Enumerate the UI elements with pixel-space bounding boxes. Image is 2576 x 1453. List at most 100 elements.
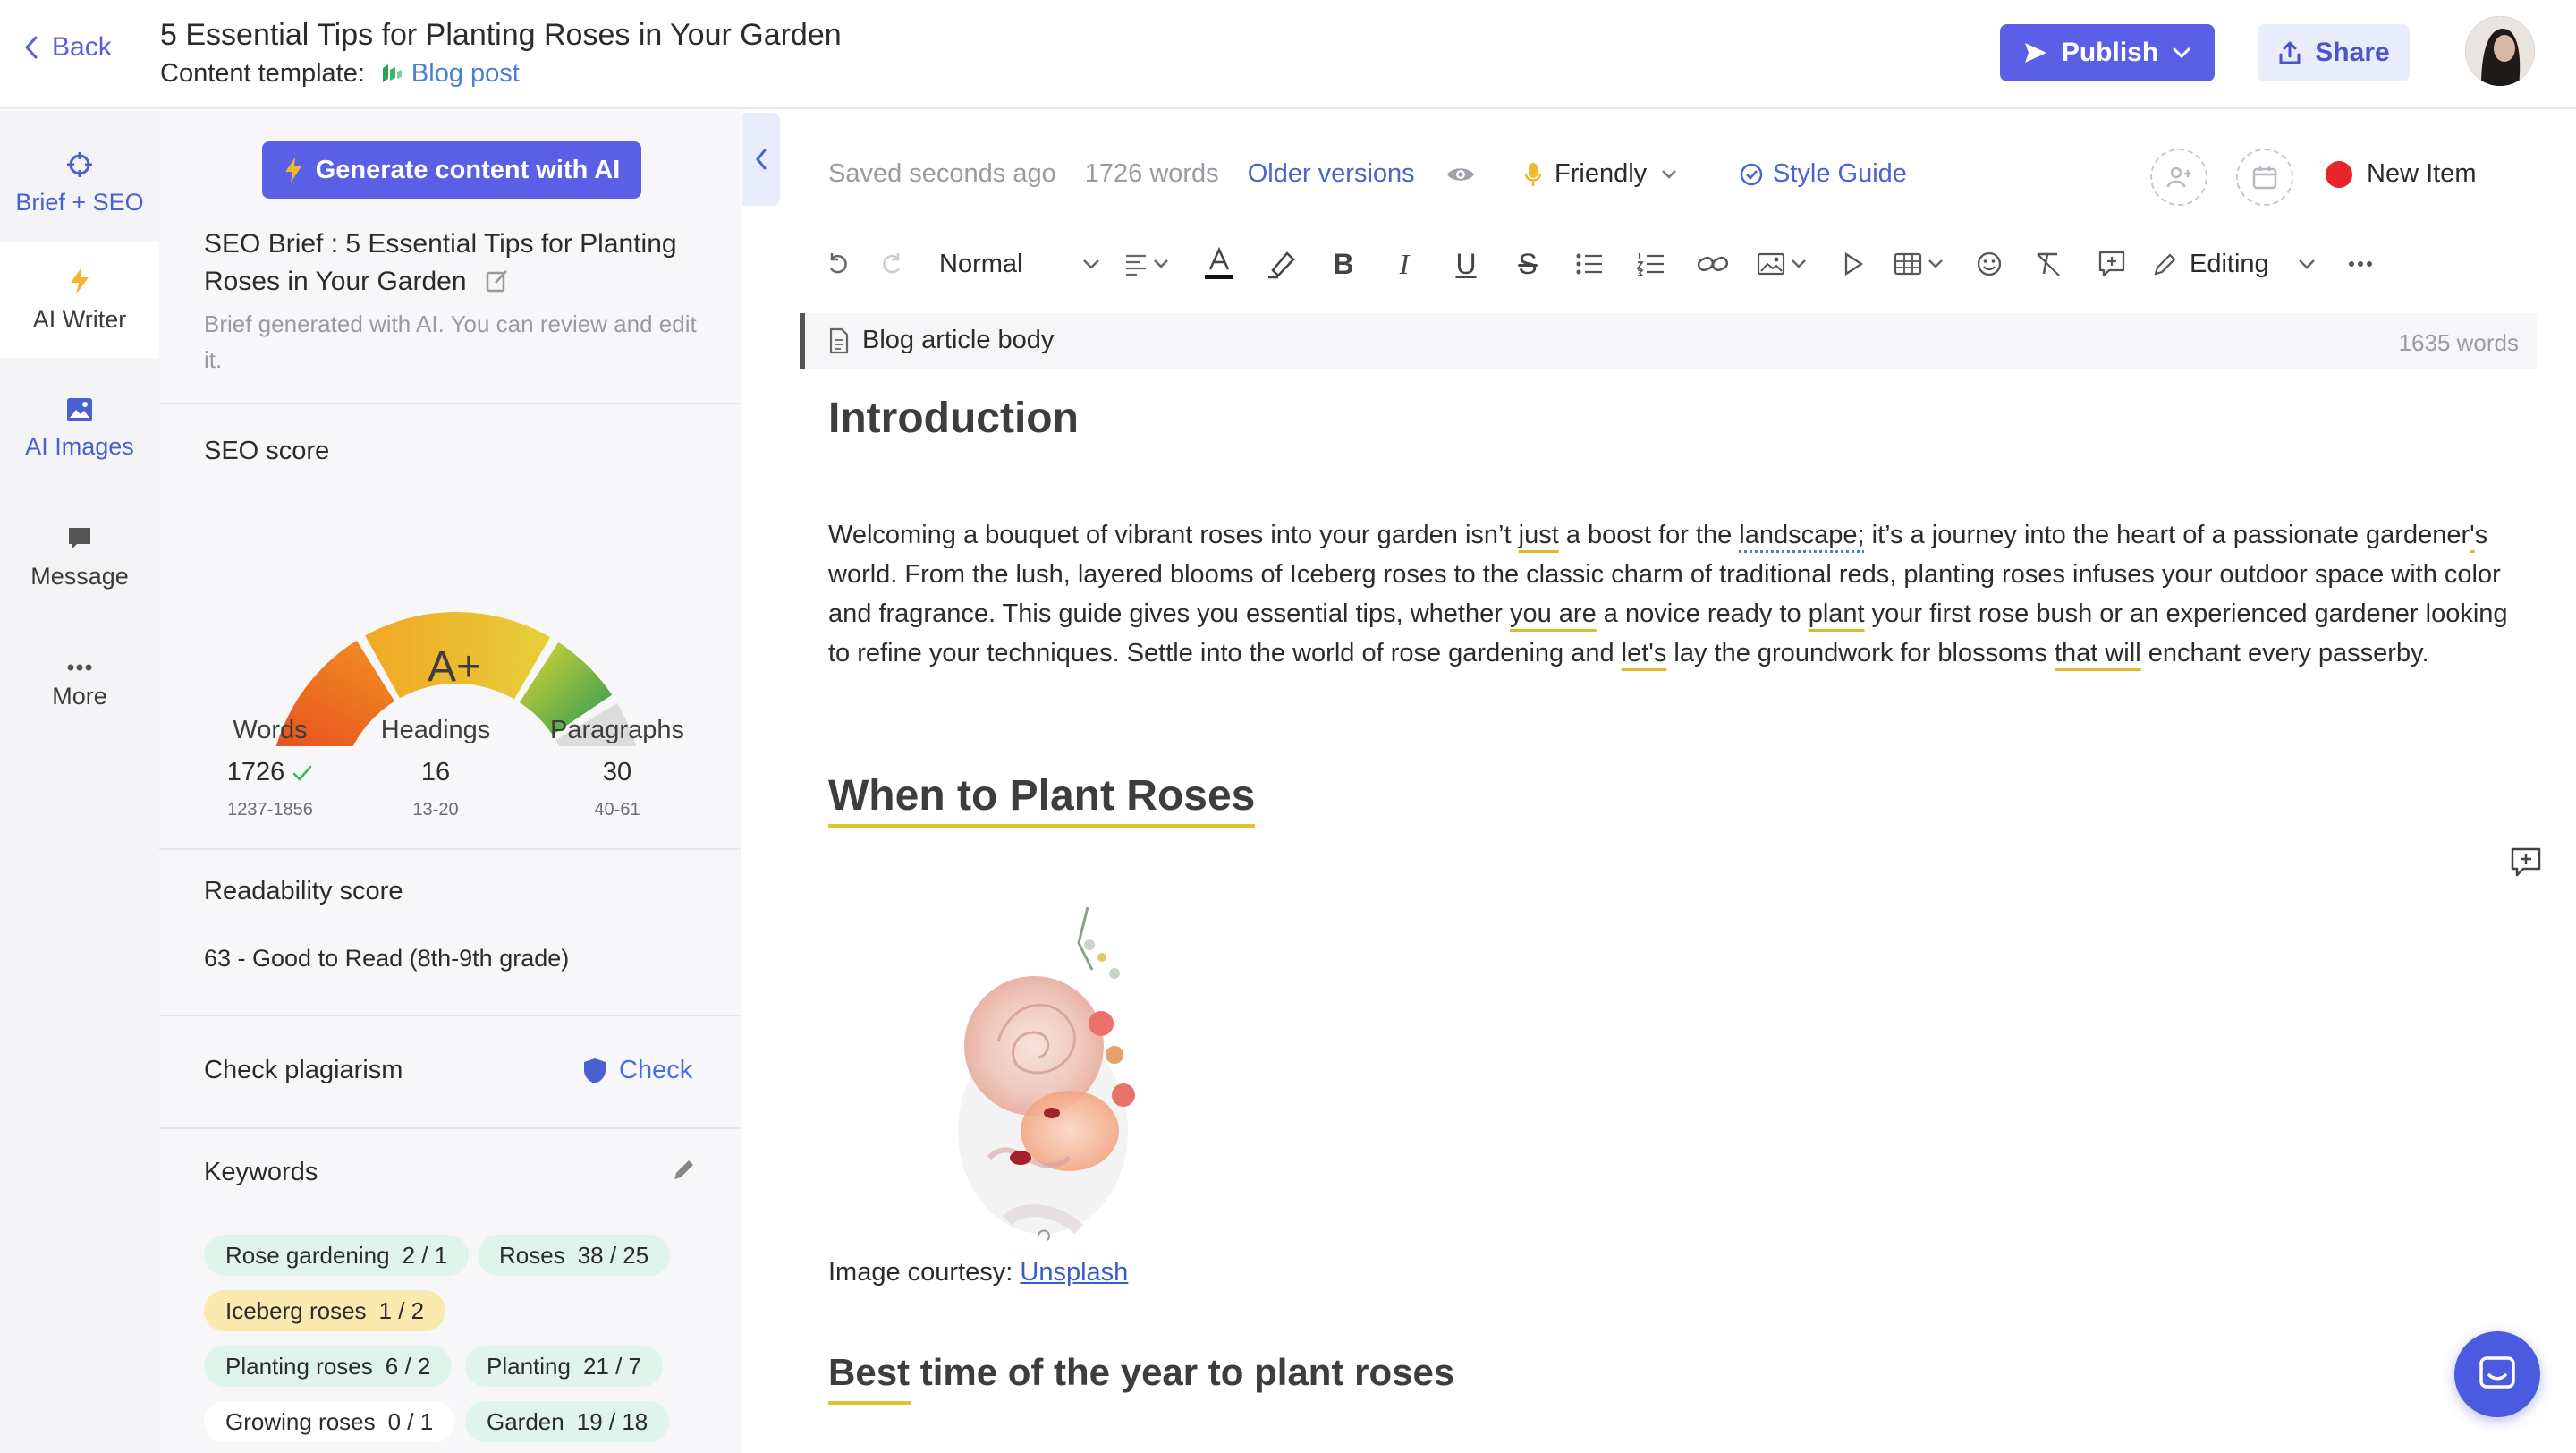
suggestion-underline[interactable]: you are bbox=[1510, 599, 1597, 628]
seo-gauge bbox=[275, 612, 637, 746]
link-button[interactable] bbox=[1682, 236, 1744, 292]
paragraph-style-select[interactable]: Normal bbox=[923, 236, 1111, 292]
rail-item-more[interactable]: More bbox=[0, 628, 159, 744]
template-link[interactable]: Blog post bbox=[377, 59, 520, 89]
divider bbox=[159, 848, 741, 850]
stat-label: Words bbox=[233, 716, 308, 744]
add-comment-button[interactable] bbox=[2080, 236, 2143, 292]
style-guide-button[interactable]: Style Guide bbox=[1739, 159, 1907, 189]
divider bbox=[159, 1127, 741, 1129]
keyword-count: 21 / 7 bbox=[582, 1352, 642, 1380]
mode-dropdown[interactable] bbox=[2279, 236, 2334, 292]
send-icon bbox=[2024, 43, 2046, 63]
divider bbox=[159, 1015, 741, 1016]
heading-best-time[interactable]: Best time of the year to plant roses bbox=[828, 1351, 1454, 1394]
insert-table-button[interactable] bbox=[1882, 236, 1961, 292]
text-run: a novice ready to bbox=[1596, 599, 1809, 628]
keyword-count: 2 / 1 bbox=[402, 1241, 448, 1269]
generate-content-button[interactable]: Generate content with AI bbox=[262, 141, 641, 199]
keyword-chip[interactable]: Roses 38 / 25 bbox=[478, 1235, 671, 1276]
keyword-chip[interactable]: Garden 19 / 18 bbox=[465, 1401, 670, 1442]
numbered-list-icon bbox=[1637, 253, 1664, 276]
underline-button[interactable]: U bbox=[1435, 236, 1497, 292]
keyword-chip[interactable]: Growing roses 0 / 1 bbox=[204, 1401, 455, 1442]
user-avatar[interactable] bbox=[2465, 16, 2535, 86]
back-button[interactable]: Back bbox=[23, 32, 112, 63]
heading-introduction[interactable]: Introduction bbox=[828, 394, 1079, 443]
lightning-icon bbox=[71, 267, 89, 294]
highlight-button[interactable] bbox=[1250, 236, 1313, 292]
keyword-name: Planting roses bbox=[225, 1352, 373, 1380]
caption-text: Image courtesy: bbox=[828, 1258, 1021, 1287]
undo-button[interactable] bbox=[816, 236, 860, 292]
heading-underline-mark bbox=[828, 1401, 911, 1405]
unsplash-link[interactable]: Unsplash bbox=[1020, 1258, 1128, 1287]
bold-button[interactable]: B bbox=[1313, 236, 1374, 292]
publish-button[interactable]: Publish bbox=[2000, 24, 2215, 81]
chevron-down-icon bbox=[2299, 259, 2315, 269]
share-button[interactable]: Share bbox=[2258, 24, 2410, 81]
insert-image-button[interactable] bbox=[1744, 236, 1825, 292]
strikethrough-button[interactable]: S bbox=[1497, 236, 1558, 292]
keyword-name: Planting bbox=[487, 1352, 571, 1380]
suggestion-underline[interactable]: plant bbox=[1809, 599, 1865, 628]
style-guide-label: Style Guide bbox=[1773, 159, 1907, 188]
microphone-icon bbox=[1524, 162, 1542, 186]
clear-format-icon bbox=[2037, 252, 2060, 276]
keyword-chip[interactable]: Rose gardening 2 / 1 bbox=[204, 1235, 470, 1276]
align-icon bbox=[1126, 254, 1168, 276]
rail-item-ai-writer[interactable]: AI Writer bbox=[0, 242, 159, 358]
stat-range: 13-20 bbox=[412, 800, 459, 820]
older-versions-link[interactable]: Older versions bbox=[1248, 159, 1415, 189]
add-assignee-button[interactable] bbox=[2150, 149, 2207, 206]
emoji-button[interactable] bbox=[1961, 236, 2018, 292]
publish-label: Publish bbox=[2061, 38, 2159, 67]
tone-selector[interactable]: Friendly bbox=[1524, 159, 1679, 189]
more-options-button[interactable] bbox=[2334, 236, 2386, 292]
link-icon bbox=[1697, 256, 1729, 272]
brief-title-text: SEO Brief : 5 Essential Tips for Plantin… bbox=[204, 229, 677, 296]
suggestion-underline[interactable]: that will bbox=[2055, 639, 2141, 667]
align-button[interactable] bbox=[1111, 236, 1188, 292]
rose-image[interactable] bbox=[936, 889, 1150, 1256]
edit-icon[interactable] bbox=[485, 268, 510, 293]
chat-support-button[interactable] bbox=[2454, 1331, 2540, 1417]
keyword-name: Roses bbox=[499, 1241, 565, 1269]
keyword-chip[interactable]: Iceberg roses 1 / 2 bbox=[204, 1290, 446, 1331]
bullet-list-button[interactable] bbox=[1558, 236, 1621, 292]
check-plagiarism-button[interactable]: Check bbox=[583, 1056, 692, 1085]
intro-paragraph[interactable]: Welcoming a bouquet of vibrant roses int… bbox=[828, 515, 2510, 673]
suggestion-underline[interactable]: landscape; bbox=[1739, 521, 1864, 549]
add-comment-icon[interactable] bbox=[2510, 846, 2542, 879]
redo-button[interactable] bbox=[860, 236, 923, 292]
template-value: Blog post bbox=[411, 59, 520, 88]
mode-selector[interactable]: Editing bbox=[2143, 236, 2279, 292]
rail-item-brief-seo[interactable]: Brief + SEO bbox=[0, 125, 159, 242]
collapse-panel-button[interactable] bbox=[742, 113, 780, 206]
eye-icon[interactable] bbox=[1445, 165, 1476, 184]
mode-label: Editing bbox=[2190, 249, 2269, 278]
italic-button[interactable]: I bbox=[1374, 236, 1435, 292]
keyword-chip[interactable]: Planting roses 6 / 2 bbox=[204, 1346, 453, 1387]
paragraph-style-label: Normal bbox=[939, 249, 1023, 278]
status-selector[interactable]: New Item bbox=[2326, 159, 2476, 189]
rail-item-message[interactable]: Message bbox=[0, 499, 159, 616]
rail-label: AI Writer bbox=[32, 305, 127, 333]
stat-label: Paragraphs bbox=[550, 716, 684, 744]
clear-format-button[interactable] bbox=[2018, 236, 2080, 292]
numbered-list-button[interactable] bbox=[1621, 236, 1682, 292]
keyword-chip[interactable]: Planting 21 / 7 bbox=[465, 1346, 664, 1387]
heading-when-to-plant[interactable]: When to Plant Roses bbox=[828, 771, 1256, 828]
suggestion-underline[interactable]: just bbox=[1519, 521, 1559, 549]
due-date-button[interactable] bbox=[2236, 149, 2293, 206]
pencil-icon[interactable] bbox=[671, 1156, 698, 1183]
embed-video-button[interactable] bbox=[1825, 236, 1882, 292]
suggestion-underline[interactable]: let's bbox=[1622, 639, 1667, 667]
check-icon bbox=[293, 765, 312, 781]
upload-icon bbox=[2279, 41, 2301, 64]
text-color-button[interactable] bbox=[1188, 236, 1250, 292]
share-label: Share bbox=[2315, 38, 2390, 67]
keyword-count: 0 / 1 bbox=[387, 1407, 434, 1435]
rail-item-ai-images[interactable]: AI Images bbox=[0, 370, 159, 487]
italic-icon: I bbox=[1399, 247, 1410, 280]
